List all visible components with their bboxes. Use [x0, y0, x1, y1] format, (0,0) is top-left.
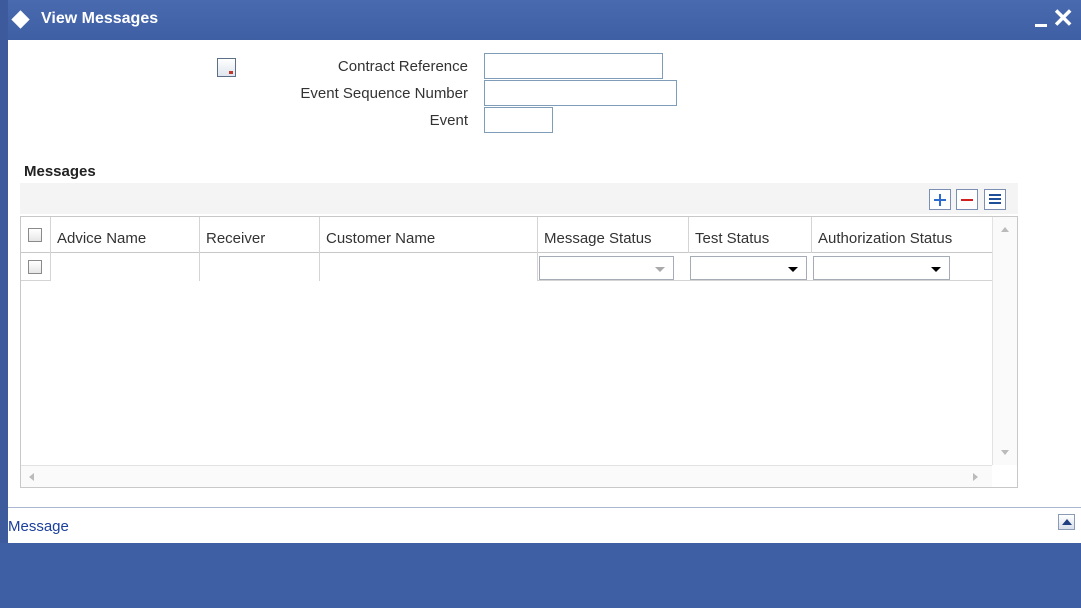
- chevron-down-icon: [655, 267, 665, 272]
- advice-name-input[interactable]: [51, 253, 200, 281]
- footer-band: [0, 543, 1081, 608]
- single-view-button[interactable]: [984, 189, 1006, 210]
- add-row-button[interactable]: [929, 189, 951, 210]
- chevron-down-icon: [931, 267, 941, 272]
- row-checkbox[interactable]: [28, 260, 42, 274]
- receiver-input[interactable]: [200, 253, 320, 281]
- test-status-select[interactable]: [690, 256, 807, 280]
- close-icon[interactable]: ✕: [1052, 3, 1074, 33]
- event-sequence-number-label: Event Sequence Number: [300, 85, 468, 102]
- contract-reference-input[interactable]: [484, 53, 663, 79]
- column-header-message-status[interactable]: Message Status: [538, 217, 689, 253]
- scroll-left-icon[interactable]: [29, 473, 34, 481]
- column-header-receiver[interactable]: Receiver: [200, 217, 320, 253]
- scroll-down-icon[interactable]: [1001, 450, 1009, 455]
- select-all-checkbox[interactable]: [28, 228, 42, 242]
- grid-toolbar: [20, 183, 1018, 214]
- row-select-cell: [21, 253, 51, 281]
- messages-grid: Advice Name Receiver Customer Name Messa…: [20, 216, 1018, 488]
- message-status-select[interactable]: [539, 256, 674, 280]
- title-bar: View Messages ✕: [0, 0, 1081, 40]
- table-row: [21, 253, 992, 281]
- contract-reference-label: Contract Reference: [337, 58, 468, 75]
- calendar-icon[interactable]: [217, 58, 236, 77]
- delete-row-button[interactable]: [956, 189, 978, 210]
- column-header-advice-name[interactable]: Advice Name: [51, 217, 200, 253]
- message-link[interactable]: Message: [8, 518, 69, 535]
- scroll-right-icon[interactable]: [973, 473, 978, 481]
- event-sequence-number-input[interactable]: [484, 80, 677, 106]
- chevron-up-icon[interactable]: [1058, 514, 1075, 530]
- event-label: Event: [429, 112, 468, 129]
- column-header-customer-name[interactable]: Customer Name: [320, 217, 538, 253]
- column-header-authorization-status[interactable]: Authorization Status: [812, 217, 992, 253]
- grid-header: Advice Name Receiver Customer Name Messa…: [21, 217, 992, 253]
- select-all-cell: [21, 217, 51, 253]
- vertical-scrollbar[interactable]: [992, 217, 1017, 465]
- chevron-down-icon: [788, 267, 798, 272]
- window-frame-left: [0, 40, 8, 608]
- customer-name-input[interactable]: [320, 253, 538, 281]
- minimize-icon[interactable]: [1035, 24, 1047, 27]
- messages-section-title: Messages: [24, 163, 96, 180]
- window-title: View Messages: [41, 10, 159, 27]
- message-bar: Message: [8, 508, 1081, 543]
- horizontal-scrollbar[interactable]: [21, 465, 992, 487]
- column-header-test-status[interactable]: Test Status: [689, 217, 812, 253]
- authorization-status-select[interactable]: [813, 256, 950, 280]
- scroll-up-icon[interactable]: [1001, 227, 1009, 232]
- event-input[interactable]: [484, 107, 553, 133]
- diamond-icon: [11, 10, 30, 29]
